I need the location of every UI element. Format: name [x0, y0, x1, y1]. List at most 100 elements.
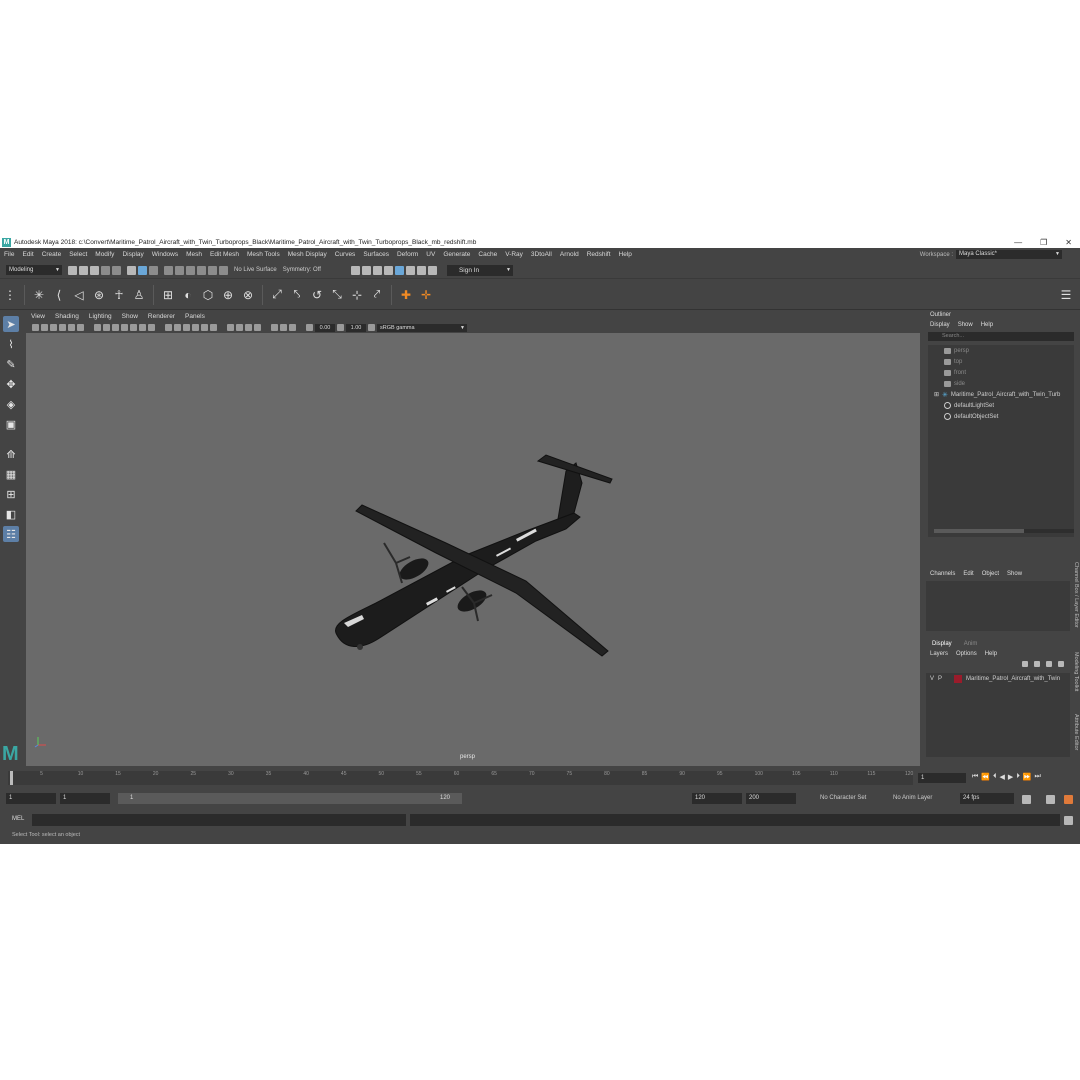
color-management-icon[interactable] [368, 324, 375, 331]
close-button[interactable]: ✕ [1065, 238, 1072, 247]
symmetry-label[interactable]: Symmetry: Off [283, 267, 321, 273]
shelf-tab-icon[interactable]: ⋮ [3, 288, 17, 302]
single-view-layout-icon[interactable]: ▦ [3, 466, 19, 482]
use-all-lights-icon[interactable] [201, 324, 208, 331]
layer-row[interactable]: V P Maritime_Patrol_Aircraft_with_Twin [926, 673, 1070, 685]
camera-select-icon[interactable] [32, 324, 39, 331]
maximize-button[interactable]: ❐ [1040, 238, 1047, 247]
wireframe-on-shaded-icon[interactable] [183, 324, 190, 331]
aircraft-model[interactable] [26, 333, 920, 766]
humanik-icon[interactable]: ☥ [112, 288, 126, 302]
viewport-menu-renderer[interactable]: Renderer [143, 313, 180, 320]
character-set-dropdown[interactable]: No Character Set [820, 793, 866, 804]
layer-playback-toggle[interactable]: P [938, 676, 942, 682]
object-mode-icon[interactable] [138, 265, 147, 275]
current-frame-field[interactable]: 1 [918, 773, 966, 783]
channel-object-menu[interactable]: Object [982, 571, 999, 577]
shelf-options-icon[interactable]: ☰ [1059, 288, 1073, 302]
channels-menu[interactable]: Channels [930, 571, 955, 577]
perspective-viewport[interactable]: persp [26, 333, 920, 766]
2d-pan-icon[interactable] [68, 324, 75, 331]
mel-label[interactable]: MEL [12, 816, 24, 822]
render-frame-icon[interactable] [361, 265, 371, 275]
sculpt-deformer-icon[interactable]: ⊕ [221, 288, 235, 302]
workspace-dropdown[interactable]: Maya Classic* ▼ [956, 250, 1062, 259]
scale-tool-icon[interactable]: ▣ [3, 416, 19, 432]
constraint-parent-icon[interactable]: ⊹ [350, 288, 364, 302]
new-layer-selected-icon[interactable] [1058, 661, 1064, 667]
ik-handle-icon[interactable]: ⟨ [52, 288, 66, 302]
viewport-menu-lighting[interactable]: Lighting [84, 313, 117, 320]
component-mode-icon[interactable] [149, 265, 158, 275]
script-editor-icon[interactable] [1064, 816, 1073, 825]
quick-rig-icon[interactable]: ♙ [132, 288, 146, 302]
scrollbar-thumb[interactable] [934, 529, 1024, 533]
hypershade-icon[interactable] [394, 265, 404, 275]
snap-vertex-icon[interactable] [219, 265, 228, 275]
hierarchy-mode-icon[interactable] [127, 265, 136, 275]
menu-curves[interactable]: Curves [331, 251, 360, 258]
minimize-button[interactable]: — [1014, 238, 1022, 247]
wrap-deformer-icon[interactable]: ⬡ [201, 288, 215, 302]
step-forward-key-icon[interactable]: ⏩ [1023, 773, 1032, 781]
four-view-layout-icon[interactable]: ⊞ [3, 486, 19, 502]
lasso-tool-icon[interactable]: ⌇ [3, 336, 19, 352]
shadows-icon[interactable] [210, 324, 217, 331]
exposure-field[interactable]: 0.00 [315, 323, 335, 332]
render-setup-icon[interactable] [405, 265, 415, 275]
motion-blur-icon[interactable] [236, 324, 243, 331]
constraint-aim-icon[interactable]: ⤣ [290, 287, 304, 302]
outliner-horizontal-scrollbar[interactable] [934, 529, 1074, 533]
paint-select-icon[interactable]: ✎ [3, 356, 19, 372]
image-plane-icon[interactable] [59, 324, 66, 331]
outliner-item-aircraft-group[interactable]: ⊞ ✳ Maritime_Patrol_Aircraft_with_Twin_T… [928, 389, 1074, 400]
layer-help-menu[interactable]: Help [985, 651, 997, 657]
outliner-layout-icon[interactable]: ☷ [3, 526, 19, 542]
gate-mask-icon[interactable] [121, 324, 128, 331]
outliner-search-input[interactable]: Search... [928, 332, 1074, 341]
animation-start-field[interactable]: 1 [6, 793, 56, 804]
viewport-menu-view[interactable]: View [26, 313, 50, 320]
safe-title-icon[interactable] [148, 324, 155, 331]
locator-icon[interactable]: ✚ [399, 288, 413, 302]
snap-curve-icon[interactable] [175, 265, 184, 275]
redo-icon[interactable] [112, 265, 121, 275]
outliner-menu-show[interactable]: Show [958, 322, 973, 328]
menu-mesh[interactable]: Mesh [182, 251, 206, 258]
screen-space-ao-icon[interactable] [227, 324, 234, 331]
save-scene-icon[interactable] [90, 265, 99, 275]
tab-display[interactable]: Display [932, 641, 952, 647]
constraint-point-icon[interactable]: ⤢ [270, 287, 284, 302]
rotate-tool-icon[interactable]: ◈ [3, 396, 19, 412]
menu-file[interactable]: File [0, 251, 18, 258]
textured-icon[interactable] [192, 324, 199, 331]
go-to-end-icon[interactable]: ⏭ [1035, 773, 1041, 781]
constraint-scale-icon[interactable]: ⤡ [330, 287, 344, 302]
new-scene-icon[interactable] [68, 265, 77, 275]
move-tool-icon[interactable]: ✥ [3, 376, 19, 392]
film-gate-icon[interactable] [103, 324, 110, 331]
cluster-icon[interactable]: ◐ [181, 288, 195, 302]
pause-icon[interactable] [427, 265, 437, 275]
menu-display[interactable]: Display [118, 251, 147, 258]
grid-icon[interactable] [94, 324, 101, 331]
snap-view-icon[interactable] [197, 265, 206, 275]
outliner-menu-display[interactable]: Display [930, 322, 950, 328]
play-forwards-icon[interactable]: ▶ [1008, 773, 1013, 781]
menu-cache[interactable]: Cache [474, 251, 501, 258]
render-view-icon[interactable] [350, 265, 360, 275]
move-layer-down-icon[interactable] [1034, 661, 1040, 667]
outliner-item-default-object-set[interactable]: defaultObjectSet [928, 411, 1074, 422]
wire-deformer-icon[interactable]: ⊗ [241, 288, 255, 302]
side-tab-attribute-editor[interactable]: Attribute Editor [1073, 714, 1079, 750]
side-tab-channel-box[interactable]: Channel Box / Layer Editor [1073, 562, 1079, 628]
outliner-item-side[interactable]: side [928, 378, 1074, 389]
menu-select[interactable]: Select [65, 251, 91, 258]
fps-dropdown[interactable]: 24 fps [960, 793, 1014, 804]
wireframe-icon[interactable] [165, 324, 172, 331]
range-slider-bar[interactable]: 1 120 [118, 793, 462, 804]
outliner-item-persp[interactable]: persp [928, 345, 1074, 356]
outliner-item-front[interactable]: front [928, 367, 1074, 378]
viewport-menu-panels[interactable]: Panels [180, 313, 210, 320]
menu-vray[interactable]: V-Ray [501, 251, 527, 258]
